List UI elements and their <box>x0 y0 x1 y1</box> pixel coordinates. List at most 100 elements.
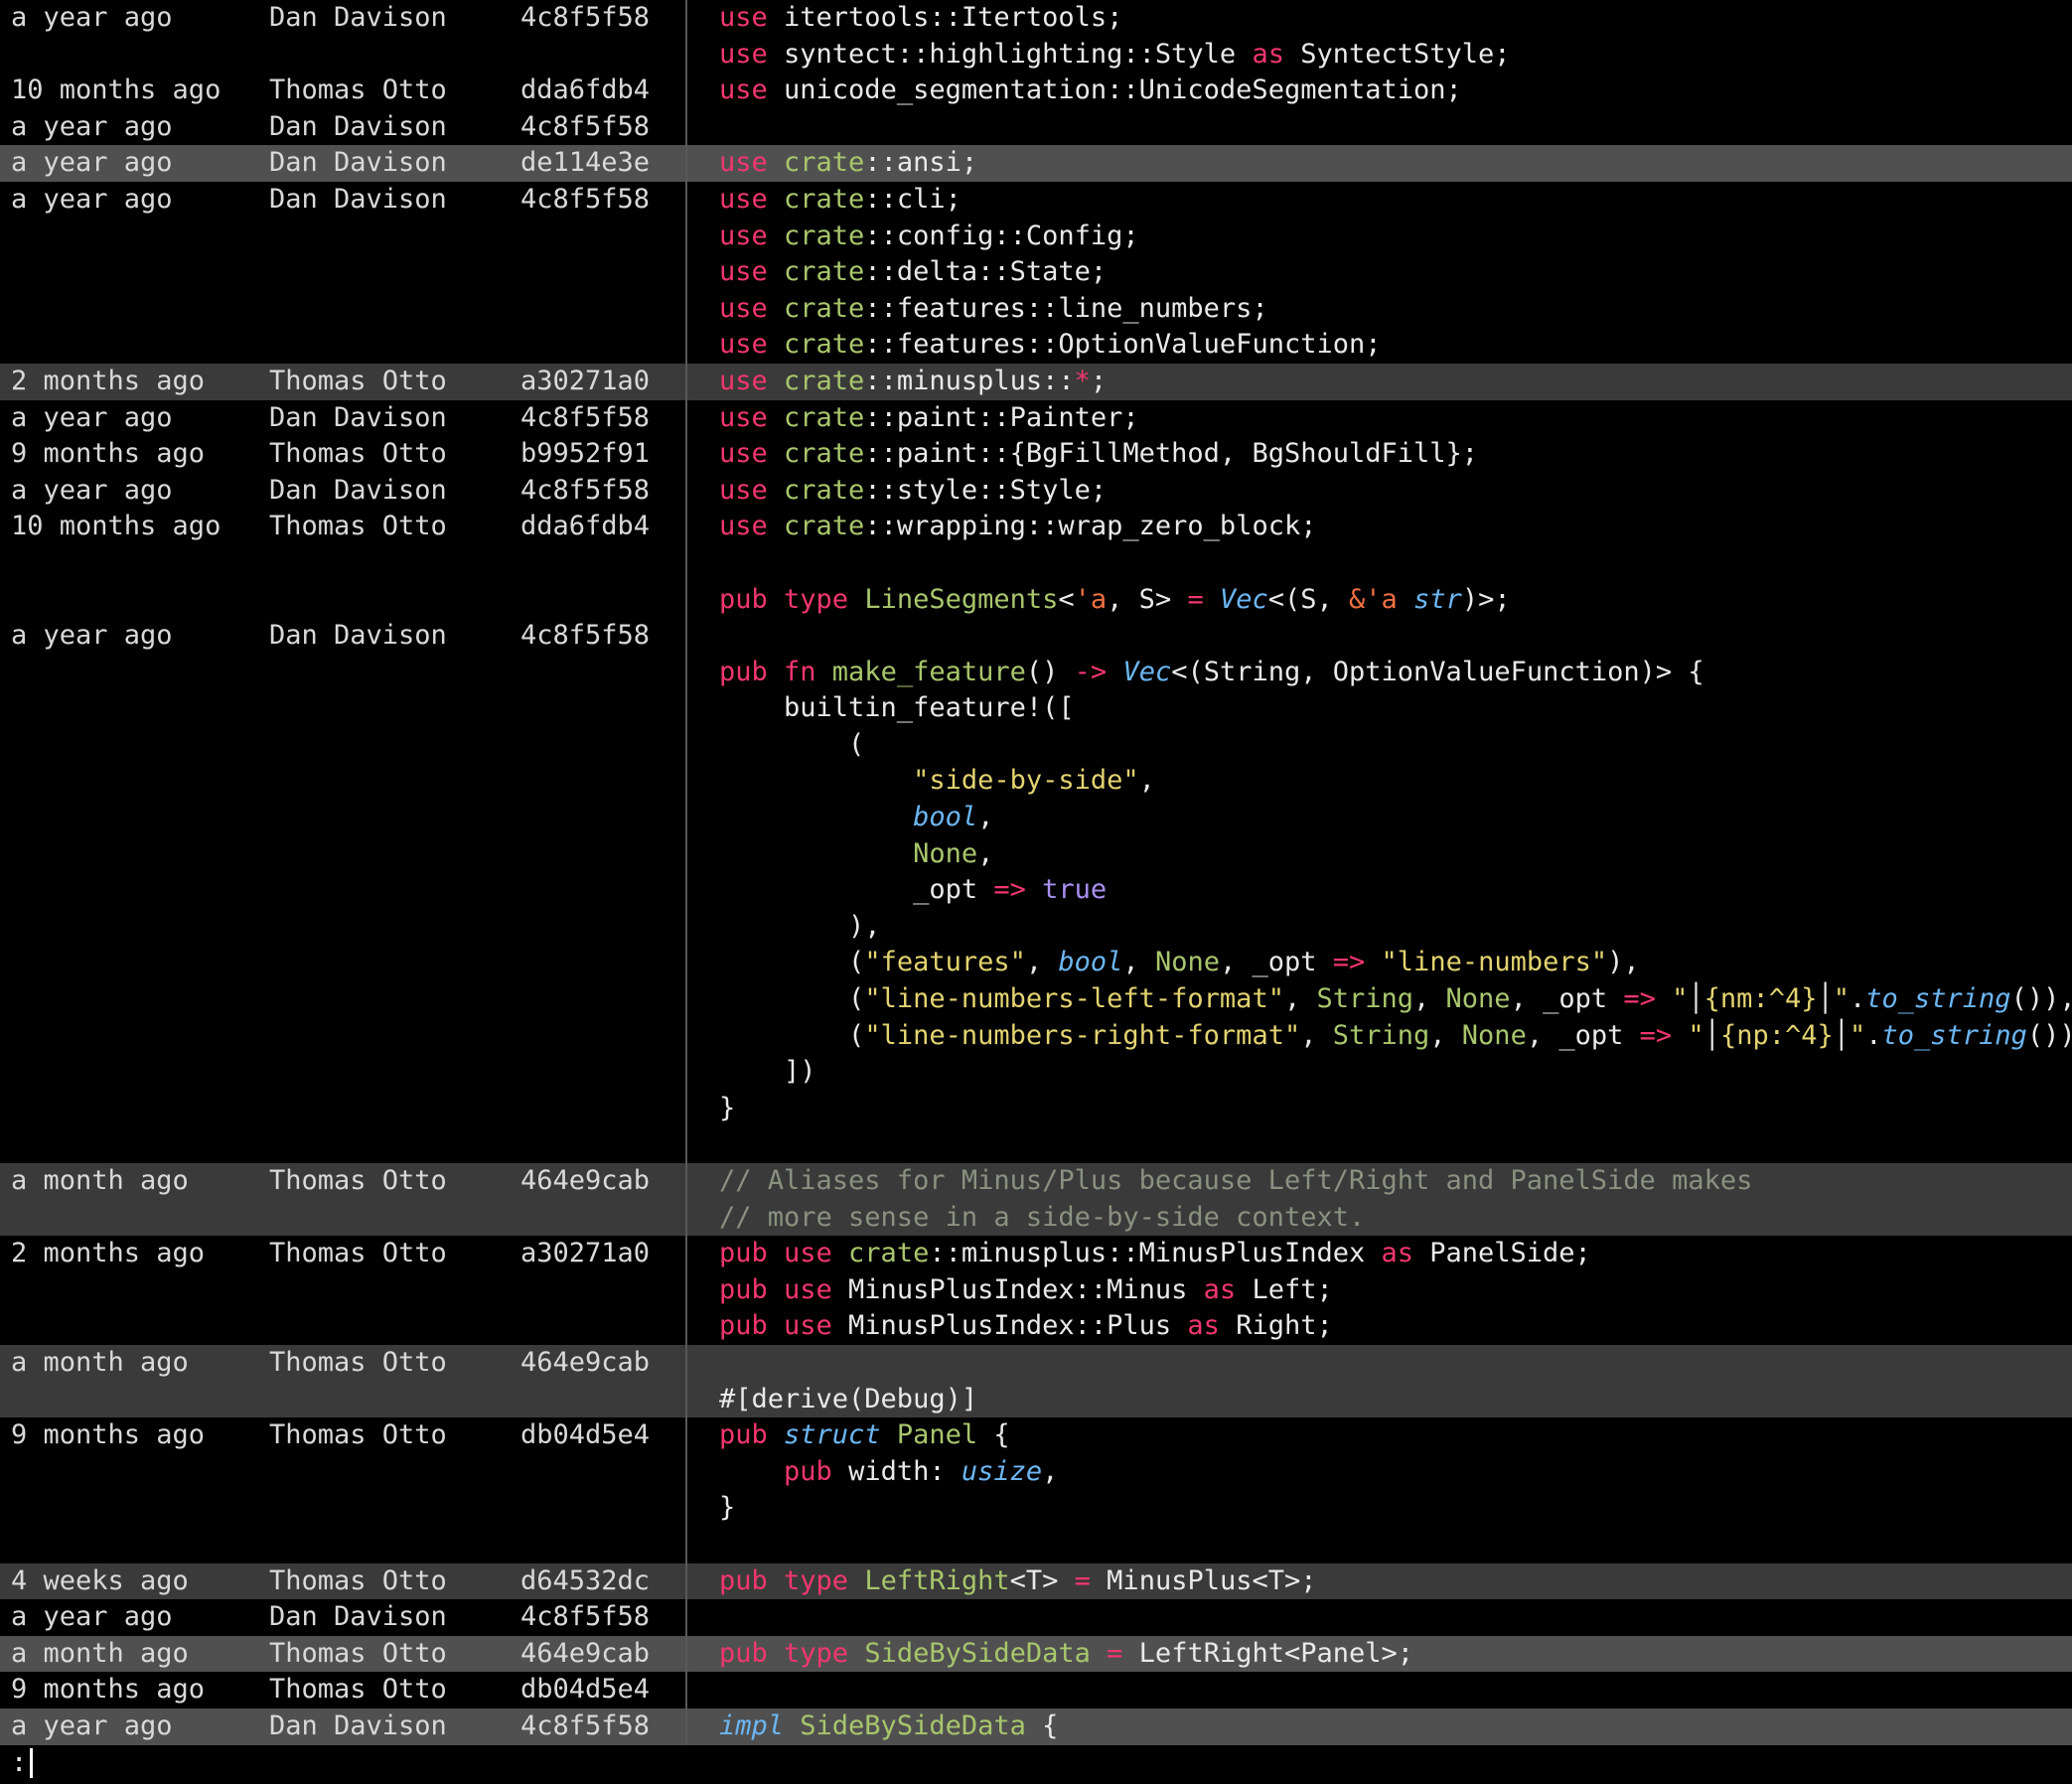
blame-row: } <box>0 1490 2072 1527</box>
code-segment: bool <box>913 802 977 832</box>
blame-author: Thomas Otto <box>269 1417 520 1454</box>
code-segment: pub use <box>719 1310 848 1341</box>
code-segment: , <box>1122 947 1155 977</box>
terminal-window[interactable]: a year agoDan Davison4c8f5f58use itertoo… <box>0 0 2072 1784</box>
code-segment: syntect::highlighting::Style <box>784 39 1252 70</box>
code-line: pub fn make_feature() -> Vec<(String, Op… <box>685 655 2072 691</box>
code-line <box>685 1345 2072 1382</box>
code-segment <box>1107 657 1122 687</box>
code-line <box>685 1599 2072 1636</box>
code-segment: str <box>1413 584 1462 615</box>
code-segment: │ <box>1834 1020 1850 1051</box>
commit-hash <box>520 582 685 619</box>
commit-hash <box>520 1382 685 1418</box>
code-segment: struct <box>784 1419 897 1450</box>
blame-row: use crate::delta::State; <box>0 254 2072 291</box>
blame-author: Thomas Otto <box>269 364 520 400</box>
code-segment: {nm:^4} <box>1704 983 1818 1014</box>
code-segment: ::paint::Painter; <box>864 402 1138 433</box>
code-segment: to_string <box>1865 983 2010 1014</box>
commit-hash: db04d5e4 <box>520 1417 685 1454</box>
blame-row: a year agoDan Davison4c8f5f58use crate::… <box>0 400 2072 437</box>
blame-age: a month ago <box>11 1163 269 1200</box>
code-segment: crate <box>848 1238 929 1268</box>
code-line: #[derive(Debug)] <box>685 1382 2072 1418</box>
code-segment: } <box>719 1492 735 1523</box>
blame-author <box>269 545 520 582</box>
blame-row: a year agoDan Davison4c8f5f58use itertoo… <box>0 0 2072 37</box>
blame-author: Thomas Otto <box>269 1236 520 1272</box>
blame-age: a year ago <box>11 109 269 146</box>
blame-author: Thomas Otto <box>269 509 520 545</box>
blame-author: Thomas Otto <box>269 73 520 109</box>
blame-row: pub fn make_feature() -> Vec<(String, Op… <box>0 655 2072 691</box>
blame-author: Thomas Otto <box>269 1636 520 1673</box>
commit-hash: 464e9cab <box>520 1163 685 1200</box>
blame-author <box>269 690 520 727</box>
blame-author <box>269 1200 520 1237</box>
code-segment: , <box>1284 983 1317 1014</box>
code-segment: , _opt <box>1527 1020 1640 1051</box>
code-line: ("line-numbers-left-format", String, Non… <box>685 981 2072 1018</box>
blame-age: 4 weeks ago <box>11 1563 269 1600</box>
blame-author <box>269 981 520 1018</box>
code-segment: None <box>913 838 977 869</box>
code-segment: = <box>1075 1565 1091 1596</box>
blame-age <box>11 582 269 619</box>
blame-author <box>269 582 520 619</box>
code-line <box>685 618 2072 655</box>
commit-hash <box>520 690 685 727</box>
blame-author <box>269 1382 520 1418</box>
blame-row: // more sense in a side-by-side context. <box>0 1200 2072 1237</box>
code-segment: ( <box>719 947 864 977</box>
code-segment: │ <box>1817 983 1833 1014</box>
blame-row: ("features", bool, None, _opt => "line-n… <box>0 945 2072 981</box>
commit-hash: d64532dc <box>520 1563 685 1600</box>
code-segment: " <box>1672 983 1688 1014</box>
code-line: ("features", bool, None, _opt => "line-n… <box>685 945 2072 981</box>
blame-author: Thomas Otto <box>269 1563 520 1600</box>
commit-hash <box>520 254 685 291</box>
code-segment: " <box>1834 983 1850 1014</box>
code-segment: "side-by-side" <box>913 765 1139 796</box>
code-line: use crate::ansi; <box>685 145 2072 182</box>
blame-age: a year ago <box>11 618 269 655</box>
blame-age: 9 months ago <box>11 436 269 473</box>
code-segment: _opt <box>719 874 993 905</box>
blame-age <box>11 1308 269 1345</box>
blame-age: 10 months ago <box>11 73 269 109</box>
code-segment: as <box>1187 1310 1220 1341</box>
blame-row: ]) <box>0 1054 2072 1091</box>
commit-hash <box>520 1490 685 1527</box>
blame-age <box>11 254 269 291</box>
code-segment: │ <box>1688 983 1703 1014</box>
code-segment: pub <box>784 1456 848 1487</box>
blame-author <box>269 1527 520 1563</box>
blame-author: Dan Davison <box>269 182 520 219</box>
code-segment: <T> <box>1010 1565 1075 1596</box>
code-segment: MinusPlusIndex::Plus <box>848 1310 1187 1341</box>
code-segment: #[derive(Debug)] <box>719 1384 977 1414</box>
code-line: } <box>685 1091 2072 1127</box>
blame-age <box>11 1272 269 1309</box>
blame-age: a year ago <box>11 145 269 182</box>
blame-age: a year ago <box>11 1599 269 1636</box>
blame-age: 10 months ago <box>11 509 269 545</box>
blame-age <box>11 327 269 364</box>
code-segment: . <box>1865 1020 1881 1051</box>
blame-row <box>0 1126 2072 1163</box>
blame-age: 9 months ago <box>11 1417 269 1454</box>
blame-age <box>11 37 269 74</box>
code-segment: MinusPlus<T>; <box>1091 1565 1317 1596</box>
blame-author <box>269 1054 520 1091</box>
blame-row: 2 months agoThomas Ottoa30271a0pub use c… <box>0 1236 2072 1272</box>
code-segment: // Aliases for Minus/Plus because Left/R… <box>719 1165 1752 1196</box>
blame-row: 9 months agoThomas Ottodb04d5e4pub struc… <box>0 1417 2072 1454</box>
blame-age <box>11 1126 269 1163</box>
code-line: use syntect::highlighting::Style as Synt… <box>685 37 2072 74</box>
blame-row: use crate::features::OptionValueFunction… <box>0 327 2072 364</box>
code-segment: => <box>1623 983 1656 1014</box>
code-segment: ()), <box>2011 983 2072 1014</box>
code-segment <box>1204 584 1220 615</box>
blame-row: use crate::features::line_numbers; <box>0 291 2072 328</box>
